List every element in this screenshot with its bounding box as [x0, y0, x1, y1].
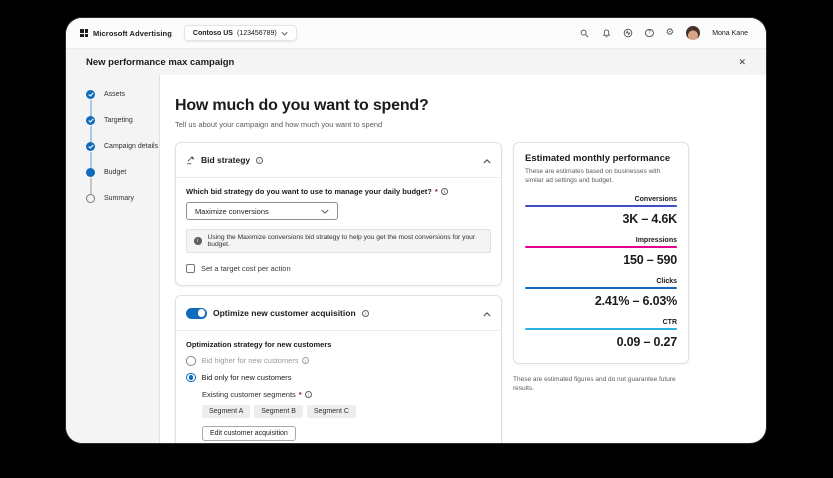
step-targeting[interactable]: Targeting: [86, 115, 159, 141]
checkbox-unchecked[interactable]: [186, 264, 195, 273]
collapse-chevron-up-icon[interactable]: [483, 304, 491, 322]
step-done-icon: [86, 142, 95, 151]
main-content: How much do you want to spend? Tell us a…: [160, 75, 766, 443]
step-todo-icon: [86, 194, 95, 203]
required-asterisk: *: [299, 390, 302, 399]
radio-unselected[interactable]: [186, 356, 196, 366]
step-done-icon: [86, 116, 95, 125]
help-icon[interactable]: ?: [645, 29, 654, 38]
radio-selected[interactable]: [186, 373, 196, 383]
optimization-strategy-label: Optimization strategy for new customers: [186, 340, 491, 349]
info-icon[interactable]: i: [305, 391, 312, 398]
card-title: Optimize new customer acquisition: [213, 308, 356, 318]
step-navigation: Assets Targeting Campaign details Budget: [66, 75, 160, 443]
bid-strategy-question: Which bid strategy do you want to use to…: [186, 187, 491, 196]
customer-acquisition-card: Optimize new customer acquisition i Opti…: [175, 295, 502, 443]
microsoft-logo-icon: [80, 29, 88, 37]
estimated-performance-panel: Estimated monthly performance These are …: [513, 142, 689, 364]
collapse-chevron-up-icon[interactable]: [483, 151, 491, 169]
page-question-subtitle: Tell us about your campaign and how much…: [175, 120, 748, 129]
estimates-subtitle: These are estimates based on businesses …: [525, 167, 677, 185]
optimize-acquisition-toggle[interactable]: [186, 308, 207, 319]
user-name[interactable]: Mona Kane: [712, 30, 748, 37]
chevron-down-icon: [321, 209, 329, 214]
step-summary[interactable]: Summary: [86, 193, 159, 219]
segment-pills: Segment A Segment B Segment C: [202, 405, 491, 418]
account-id: (123456789): [237, 30, 277, 37]
step-budget[interactable]: Budget: [86, 167, 159, 193]
step-done-icon: [86, 90, 95, 99]
metric-underline: [525, 205, 677, 207]
edit-customer-acquisition-button[interactable]: Edit customer acquisition: [202, 426, 296, 441]
required-asterisk: *: [435, 187, 438, 196]
metric-underline: [525, 328, 677, 330]
segment-pill: Segment B: [254, 405, 303, 418]
info-icon[interactable]: i: [362, 310, 369, 317]
segment-pill: Segment A: [202, 405, 250, 418]
info-filled-icon: i: [194, 237, 202, 245]
close-icon[interactable]: ✕: [738, 57, 746, 68]
estimates-footnote: These are estimated figures and do not g…: [513, 375, 689, 393]
gavel-icon: [186, 156, 195, 165]
metric-clicks: Clicks 2.41% – 6.03%: [525, 278, 677, 308]
radio-bid-only[interactable]: Bid only for new customers: [186, 373, 491, 383]
page-question-title: How much do you want to spend?: [175, 97, 748, 115]
app-window: Microsoft Advertising Contoso US (123456…: [66, 18, 766, 443]
brand-name: Microsoft Advertising: [93, 29, 172, 38]
settings-gear-icon[interactable]: ⚙: [666, 28, 675, 38]
step-assets[interactable]: Assets: [86, 89, 159, 115]
brand: Microsoft Advertising: [80, 29, 172, 38]
metric-underline: [525, 246, 677, 248]
info-icon[interactable]: i: [441, 188, 448, 195]
existing-segments-label: Existing customer segments * i: [202, 390, 491, 399]
top-bar: Microsoft Advertising Contoso US (123456…: [66, 18, 766, 48]
info-icon[interactable]: i: [256, 157, 263, 164]
metric-conversions: Conversions 3K – 4.6K: [525, 196, 677, 226]
step-campaign-details[interactable]: Campaign details: [86, 141, 159, 167]
bid-strategy-card: Bid strategy i Which bid strategy do you…: [175, 142, 502, 286]
metric-underline: [525, 287, 677, 289]
target-cpa-checkbox-row[interactable]: Set a target cost per action: [186, 264, 491, 273]
diagnostics-icon[interactable]: [623, 28, 633, 38]
estimates-title: Estimated monthly performance: [525, 153, 677, 164]
radio-bid-higher[interactable]: Bid higher for new customers i: [186, 356, 491, 366]
page-header: New performance max campaign ✕: [66, 48, 766, 75]
account-selector[interactable]: Contoso US (123456789): [184, 25, 297, 41]
bid-strategy-dropdown[interactable]: Maximize conversions: [186, 202, 338, 220]
user-avatar[interactable]: [686, 26, 700, 40]
stage: Microsoft Advertising Contoso US (123456…: [0, 0, 833, 478]
bid-strategy-info-banner: i Using the Maximize conversions bid str…: [186, 229, 491, 253]
step-current-icon: [86, 168, 95, 177]
segment-pill: Segment C: [307, 405, 356, 418]
chevron-down-icon: [281, 31, 288, 36]
account-name: Contoso US: [193, 30, 233, 37]
page-title: New performance max campaign: [86, 57, 234, 68]
metric-impressions: Impressions 150 – 590: [525, 237, 677, 267]
metric-ctr: CTR 0.09 – 0.27: [525, 319, 677, 349]
notifications-bell-icon[interactable]: [601, 28, 611, 38]
card-title: Bid strategy: [201, 155, 250, 165]
info-icon[interactable]: i: [302, 357, 309, 364]
search-icon[interactable]: [579, 28, 589, 38]
